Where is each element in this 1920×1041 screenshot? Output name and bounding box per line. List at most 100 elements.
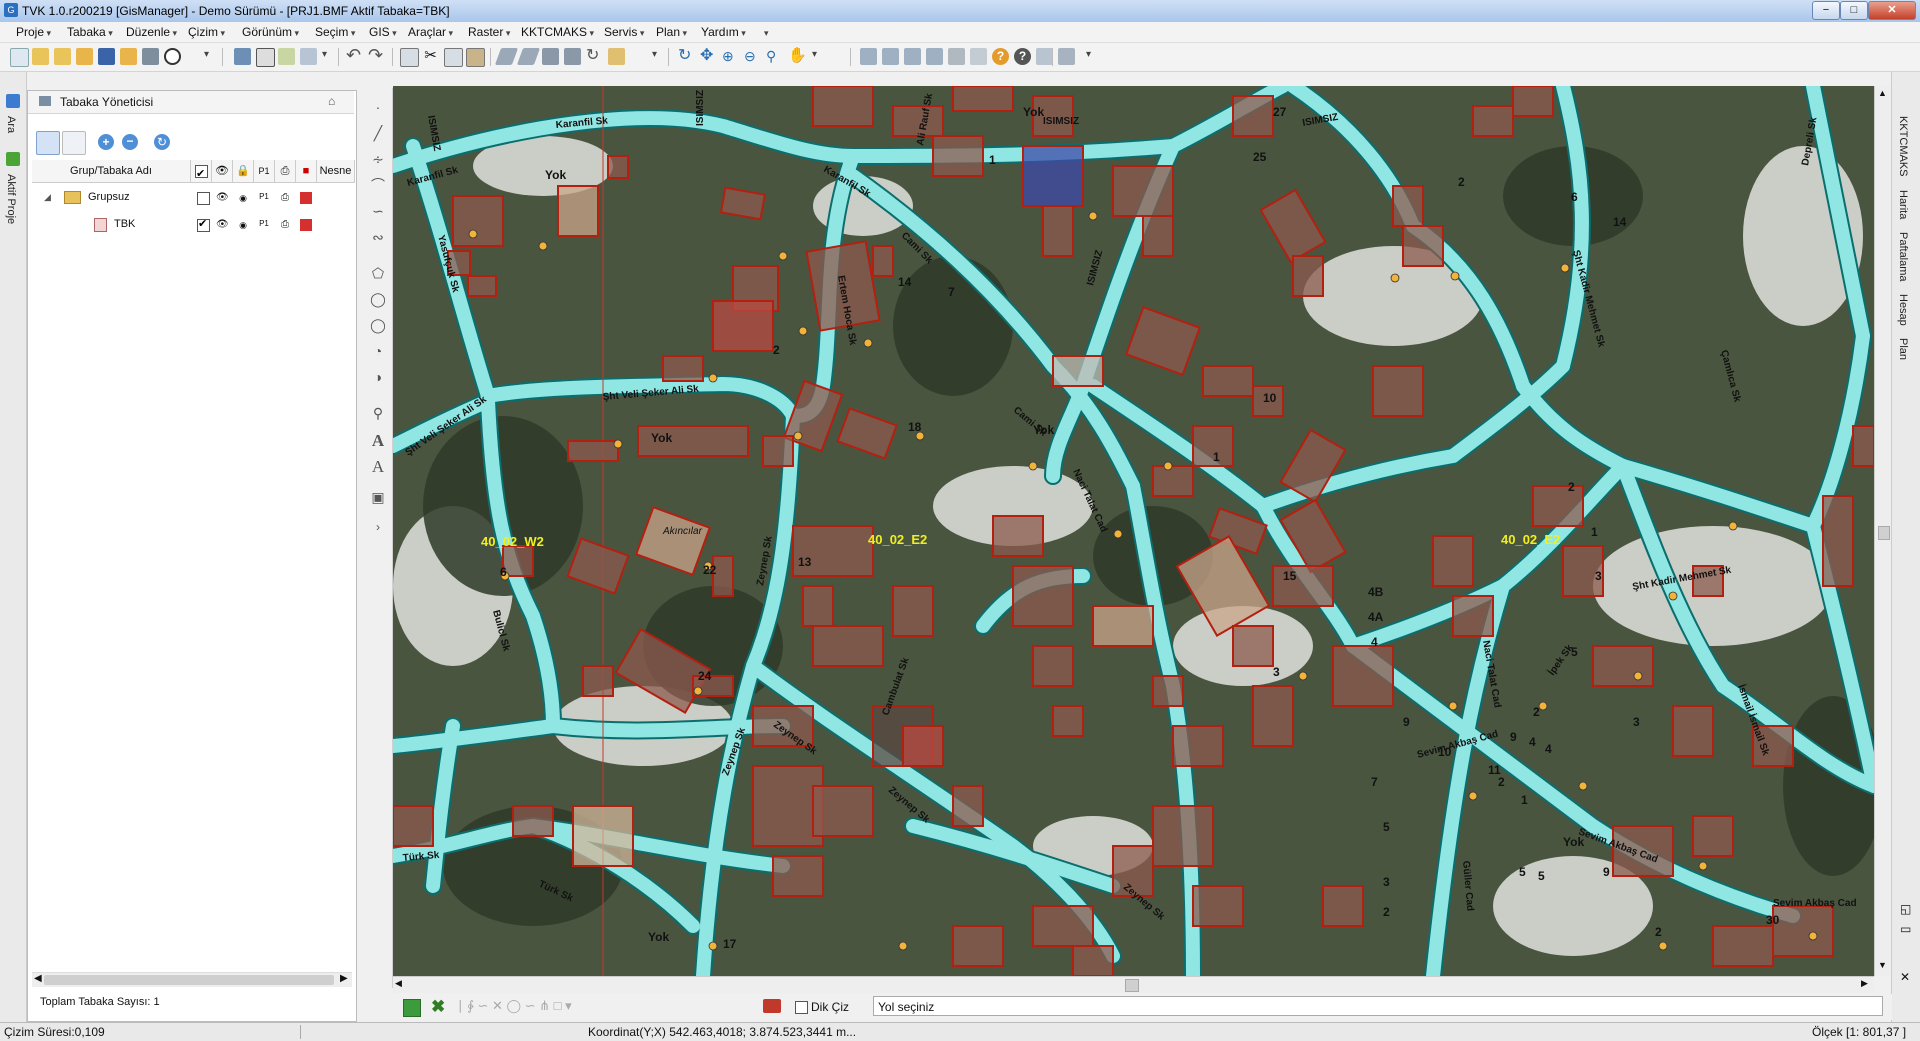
menu-tabaka[interactable]: Tabaka <box>67 25 113 39</box>
expand-tools-icon[interactable]: › <box>369 518 387 536</box>
image-layer-icon[interactable] <box>278 48 295 65</box>
zoom-in-icon[interactable]: ⊕ <box>722 48 739 65</box>
circle-tool-icon[interactable]: ◯ <box>369 290 387 308</box>
scroll-up-icon[interactable]: ▲ <box>1878 88 1887 98</box>
layer-settings-icon[interactable] <box>300 48 317 65</box>
snap-icon[interactable]: ◉ <box>237 219 249 231</box>
print-icon[interactable]: ⎙ <box>279 192 291 204</box>
map-view[interactable]: 40_02_W2 40_02_E2 40_02_E2 Karanfil Sk K… <box>393 86 1874 976</box>
priority-icon[interactable]: P1 <box>258 218 270 230</box>
tab-paftalama[interactable]: Paftalama <box>1897 232 1909 282</box>
save-as-icon[interactable] <box>120 48 137 65</box>
paste-icon[interactable] <box>466 48 485 67</box>
layer-visible-checkbox[interactable] <box>197 217 210 232</box>
dropdown-arrow-icon[interactable]: ▾ <box>652 49 657 60</box>
new-file-icon[interactable] <box>10 48 29 67</box>
panel-horizontal-scrollbar[interactable]: ◀ ▶ <box>32 972 352 987</box>
menu-duzenle[interactable]: Düzenle <box>126 25 177 39</box>
menu-raster[interactable]: Raster <box>468 25 510 39</box>
zoom-window-icon[interactable]: ⚲ <box>766 48 783 65</box>
close-panel-icon[interactable]: ✕ <box>1900 970 1910 984</box>
table-icon[interactable] <box>256 48 275 67</box>
curve-tool-icon[interactable]: ∽ <box>369 202 387 220</box>
menu-cizim[interactable]: Çizim <box>188 25 225 39</box>
pan-center-icon[interactable]: ✥ <box>700 48 717 65</box>
menu-plan[interactable]: Plan <box>656 25 687 39</box>
priority-icon[interactable]: P1 <box>258 191 270 203</box>
snap-intersection-icon[interactable] <box>904 48 921 65</box>
column-name-header[interactable]: Grup/Tabaka Adı <box>32 160 191 183</box>
layer-label[interactable]: TBK <box>114 218 135 230</box>
copy-icon[interactable] <box>400 48 419 67</box>
import-icon[interactable] <box>76 48 93 65</box>
snap-tools-icon[interactable]: ∣ ∲ ∽ ✕ ◯ ∽ ⋔ □ ▾ <box>457 998 572 1014</box>
column-eye-header[interactable]: 👁 <box>212 160 233 183</box>
list-view-button[interactable] <box>62 131 86 155</box>
eraser-icon[interactable] <box>494 48 519 65</box>
settings-icon[interactable] <box>1058 48 1075 65</box>
group-visible-checkbox[interactable] <box>197 192 210 205</box>
eraser-icon[interactable] <box>763 999 781 1013</box>
menu-yardim[interactable]: Yardım <box>701 25 746 39</box>
image-tool-icon[interactable]: ▣ <box>369 488 387 506</box>
menu-secim[interactable]: Seçim <box>315 25 355 39</box>
map-canvas[interactable]: 40_02_W2 40_02_E2 40_02_E2 Karanfil Sk K… <box>393 86 1874 976</box>
snap-nearest-icon[interactable] <box>926 48 943 65</box>
measure-icon[interactable] <box>948 48 965 65</box>
dropdown-arrow-icon[interactable]: ▾ <box>1086 49 1091 60</box>
arc-tool-icon[interactable]: ⌒ <box>369 176 387 194</box>
copy-move-icon[interactable] <box>564 48 581 65</box>
zoom-extents-icon[interactable]: ◱ <box>1900 902 1911 916</box>
copy-objects-icon[interactable] <box>444 48 463 67</box>
menu-overflow-icon[interactable] <box>764 25 769 39</box>
dropdown-arrow-icon[interactable]: ▾ <box>812 49 817 60</box>
remove-layer-icon[interactable]: − <box>122 134 138 150</box>
menu-araclar[interactable]: Araçlar <box>408 25 453 39</box>
column-snap-header[interactable]: P1 <box>254 160 275 183</box>
brush-icon[interactable] <box>608 48 625 65</box>
ellipse-tool-icon[interactable]: ◯ <box>369 316 387 334</box>
circle-3point-icon[interactable]: ◑ <box>369 368 387 386</box>
cancel-icon[interactable]: ✖ <box>431 997 445 1017</box>
snap-midpoint-icon[interactable] <box>882 48 899 65</box>
scroll-left-icon[interactable]: ◀ <box>34 973 42 984</box>
color-swatch-icon[interactable] <box>300 192 312 204</box>
print-icon[interactable] <box>142 48 159 65</box>
accept-icon[interactable] <box>403 999 421 1017</box>
snap-icon[interactable]: ◉ <box>237 192 249 204</box>
scroll-right-icon[interactable]: ▶ <box>1861 978 1868 989</box>
circle-radius-icon[interactable]: ◔ <box>369 342 387 360</box>
menu-kktcmaks[interactable]: KKTCMAKS <box>521 25 594 39</box>
dropdown-arrow-icon[interactable]: ▾ <box>322 49 327 60</box>
save-icon[interactable] <box>98 48 115 65</box>
add-layer-icon[interactable]: + <box>98 134 114 150</box>
eye-icon[interactable]: 👁 <box>216 192 229 204</box>
group-label[interactable]: Grupsuz <box>88 191 130 203</box>
redo-icon[interactable]: ↷ <box>368 46 385 65</box>
command-prompt-input[interactable]: Yol seçiniz <box>873 996 1883 1016</box>
maximize-button[interactable]: □ <box>1840 1 1868 20</box>
column-print-header[interactable]: ⎙ <box>275 160 296 183</box>
tab-aktif-proje[interactable]: Aktif Proje <box>5 174 17 224</box>
tab-kktcmaks[interactable]: KKTCMAKS <box>1897 116 1909 177</box>
dropdown-arrow-icon[interactable]: ▾ <box>204 49 209 60</box>
ortho-checkbox[interactable] <box>795 1001 808 1014</box>
column-lock-header[interactable]: 🔒 <box>233 160 254 183</box>
map-horizontal-scrollbar[interactable]: ◀ ▶ <box>393 976 1874 993</box>
snap-endpoint-icon[interactable] <box>860 48 877 65</box>
menu-gis[interactable]: GIS <box>369 25 397 39</box>
tab-ara[interactable]: Ara <box>5 116 17 133</box>
column-visible-check-header[interactable] <box>191 160 212 185</box>
pin-icon[interactable]: ⌂ <box>328 94 335 108</box>
screen-icon[interactable]: ▭ <box>1900 922 1911 936</box>
scroll-thumb[interactable] <box>44 975 334 985</box>
color-swatch-icon[interactable] <box>300 219 312 231</box>
menu-gorunum[interactable]: Görünüm <box>242 25 299 39</box>
power-icon[interactable] <box>164 48 181 65</box>
menu-proje[interactable]: Proje <box>16 25 51 39</box>
text-outline-icon[interactable]: A <box>369 458 387 476</box>
cut-icon[interactable]: ✂ <box>422 48 439 65</box>
about-icon[interactable]: ? <box>1014 48 1031 65</box>
column-color-header[interactable]: ■ <box>296 160 317 183</box>
info-tool-icon[interactable] <box>970 48 987 65</box>
